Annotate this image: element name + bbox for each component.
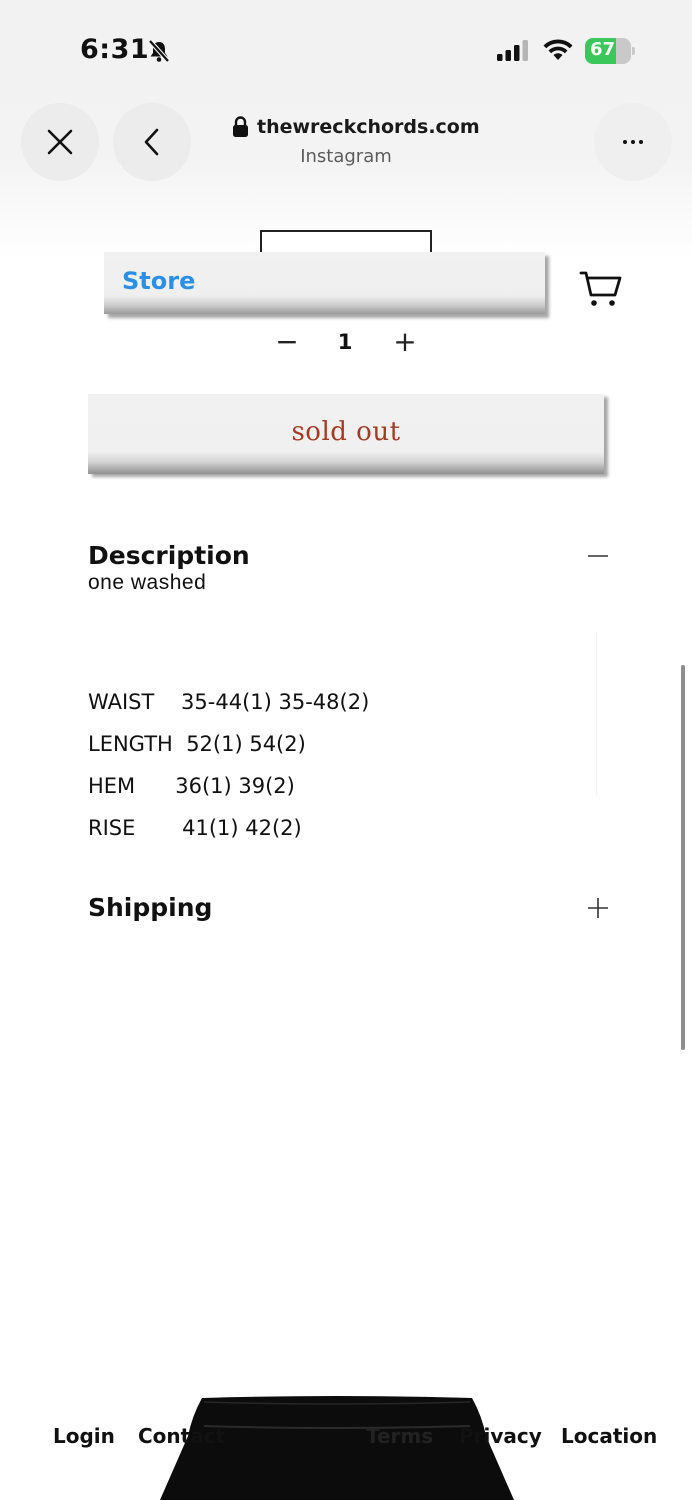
scrollbar[interactable] [681, 665, 685, 1050]
store-nav-bar[interactable]: Store [104, 252, 545, 314]
quantity-increase-button[interactable]: + [390, 327, 420, 357]
shipping-heading[interactable]: Shipping [88, 893, 212, 922]
spec-label: RISE [88, 816, 136, 840]
footer-link-login[interactable]: Login [53, 1424, 115, 1448]
battery-icon: 67 [585, 38, 635, 64]
quantity-decrease-button[interactable]: − [272, 327, 302, 357]
divider [596, 632, 597, 796]
spec-label: HEM [88, 774, 136, 798]
quantity-value: 1 [337, 330, 353, 354]
sold-out-label: sold out [291, 417, 401, 447]
wifi-icon [543, 39, 573, 60]
footer-link-terms[interactable]: Terms [366, 1424, 433, 1448]
url-bar[interactable]: thewreckchords.com [232, 116, 480, 138]
back-button[interactable] [113, 103, 191, 181]
sold-out-button[interactable]: sold out [88, 394, 604, 474]
spec-value: 35-44(1) 35-48(2) [181, 690, 370, 714]
footer-link-privacy[interactable]: Privacy [459, 1424, 542, 1448]
spec-row-rise: RISE 41(1) 42(2) [88, 816, 302, 840]
status-time: 6:31 [80, 34, 150, 65]
store-link[interactable]: Store [122, 267, 195, 295]
bell-slash-icon [148, 39, 170, 63]
cellular-signal-icon [497, 40, 528, 61]
spec-row-hem: HEM 36(1) 39(2) [88, 774, 295, 798]
spec-value: 52(1) 54(2) [186, 732, 306, 756]
lock-icon [233, 116, 248, 137]
description-heading[interactable]: Description [88, 541, 250, 570]
spec-value: 36(1) 39(2) [175, 774, 295, 798]
spec-label: LENGTH [88, 732, 173, 756]
spec-label: WAIST [88, 690, 155, 714]
product-image-pants [160, 1396, 514, 1500]
footer-link-contact[interactable]: Contact [138, 1424, 225, 1448]
close-button[interactable] [21, 103, 99, 181]
url-source: Instagram [300, 146, 392, 167]
description-subtitle: one washed [88, 571, 207, 594]
more-button[interactable] [594, 103, 672, 181]
battery-level: 67 [590, 39, 616, 60]
more-icon [623, 140, 643, 144]
url-domain: thewreckchords.com [257, 116, 480, 138]
spec-row-waist: WAIST 35-44(1) 35-48(2) [88, 690, 369, 714]
spec-value: 41(1) 42(2) [182, 816, 302, 840]
footer-link-location[interactable]: Location [561, 1424, 657, 1448]
minus-icon[interactable] [586, 544, 610, 568]
cart-icon[interactable] [578, 268, 624, 308]
spec-row-length: LENGTH 52(1) 54(2) [88, 732, 306, 756]
plus-icon[interactable] [586, 896, 610, 920]
